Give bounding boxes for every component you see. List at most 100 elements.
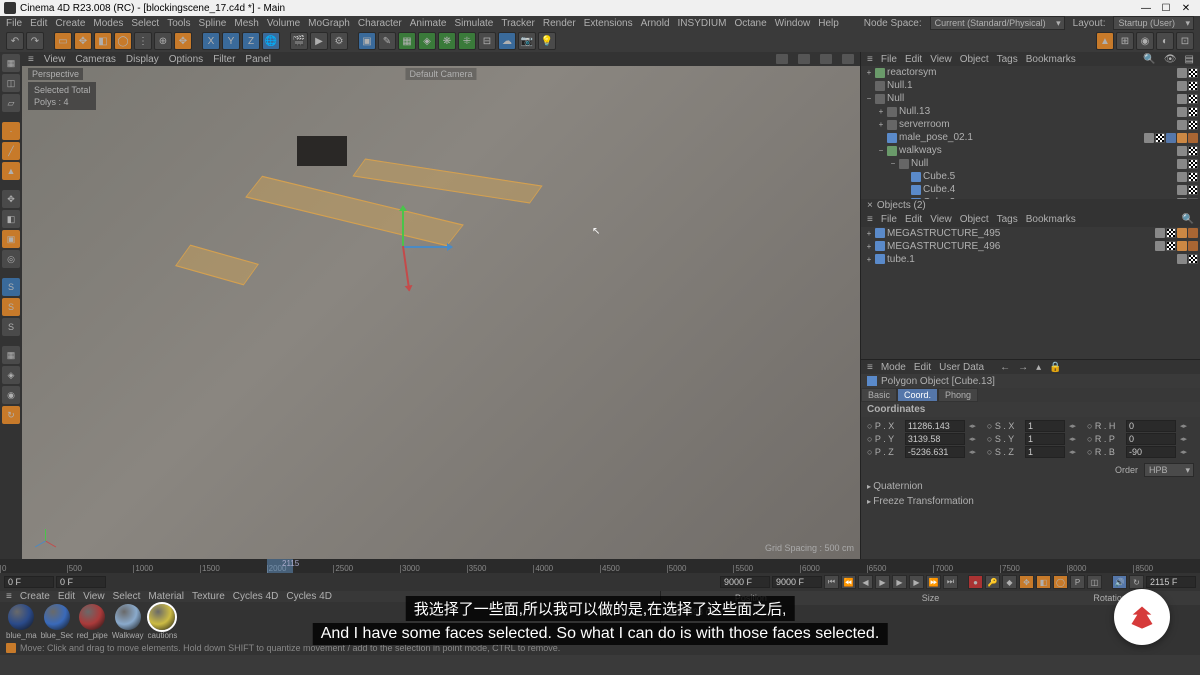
menu-select[interactable]: Select xyxy=(131,18,159,29)
tag-phong[interactable] xyxy=(1177,133,1187,143)
tag-dots[interactable] xyxy=(1188,120,1198,130)
scale-y-input[interactable] xyxy=(1025,433,1065,445)
objmenu-bookmarks[interactable]: Bookmarks xyxy=(1026,54,1076,65)
layout-dropdown[interactable]: Startup (User) xyxy=(1113,16,1194,30)
attr-back-icon[interactable]: ← xyxy=(1000,362,1010,373)
objmenu-file[interactable]: File xyxy=(881,214,897,225)
key-rot-button[interactable]: ◯ xyxy=(1053,575,1068,589)
attr-up-icon[interactable]: ▴ xyxy=(1036,362,1041,373)
environment-button[interactable]: ☁ xyxy=(498,32,516,50)
matmenu-view[interactable]: View xyxy=(83,591,105,602)
vpmenu-panel[interactable]: Panel xyxy=(245,54,271,65)
misc-button-3[interactable]: ↻ xyxy=(2,406,20,424)
menu-file[interactable]: File xyxy=(6,18,22,29)
tag-layer[interactable] xyxy=(1188,133,1198,143)
rot-p-input[interactable] xyxy=(1126,433,1176,445)
goto-end-button[interactable]: ⏭ xyxy=(943,575,958,589)
objmenu-view[interactable]: View xyxy=(930,54,952,65)
move-placement-button[interactable]: ✥ xyxy=(174,32,192,50)
cloner-button[interactable]: ⁜ xyxy=(458,32,476,50)
tree-row[interactable]: male_pose_02.1 xyxy=(861,131,1200,144)
quaternion-section[interactable]: Quaternion xyxy=(861,479,1200,494)
rot-h-input[interactable] xyxy=(1126,420,1176,432)
menu-mograph[interactable]: MoGraph xyxy=(308,18,350,29)
goto-start-button[interactable]: ⏮ xyxy=(824,575,839,589)
close-icon[interactable]: × xyxy=(867,200,873,211)
tag-dots[interactable] xyxy=(1188,68,1198,78)
attr-tab-basic[interactable]: Basic xyxy=(861,388,897,402)
vp-nav-icon-2[interactable] xyxy=(798,54,810,64)
tree-row[interactable]: −Null xyxy=(861,92,1200,105)
guide-button[interactable]: ◐ xyxy=(1156,32,1174,50)
tree-row[interactable]: −walkways xyxy=(861,144,1200,157)
minimize-button[interactable]: — xyxy=(1136,3,1156,14)
object-tree-2[interactable]: +MEGASTRUCTURE_495+MEGASTRUCTURE_496+tub… xyxy=(861,227,1200,360)
tag-vis[interactable] xyxy=(1177,146,1187,156)
arnold-button-3[interactable]: S xyxy=(2,318,20,336)
object-tree[interactable]: +reactorsymNull.1−Null+Null.13+serverroo… xyxy=(861,66,1200,199)
tag-tex[interactable] xyxy=(1166,133,1176,143)
tag-dots[interactable] xyxy=(1155,133,1165,143)
object-snap-button[interactable]: ⊡ xyxy=(1176,32,1194,50)
tag-vis[interactable] xyxy=(1177,94,1187,104)
tag-phong[interactable] xyxy=(1177,228,1187,238)
hud-toggle-icon[interactable]: ≡ xyxy=(28,54,34,65)
objmenu-view[interactable]: View xyxy=(930,214,952,225)
polygon-mode-button[interactable]: ▲ xyxy=(2,162,20,180)
matmenu-material[interactable]: Material xyxy=(148,591,184,602)
edge-mode-button[interactable]: ╱ xyxy=(2,142,20,160)
tag-vis[interactable] xyxy=(1177,159,1187,169)
tag-dots[interactable] xyxy=(1188,185,1198,195)
record-button[interactable]: ● xyxy=(968,575,983,589)
attr-lock-icon[interactable]: 🔒 xyxy=(1049,362,1061,373)
matmenu-cycles-4d[interactable]: Cycles 4D xyxy=(286,591,332,602)
menu-extensions[interactable]: Extensions xyxy=(584,18,633,29)
pos-x-input[interactable] xyxy=(905,420,965,432)
prev-frame-button[interactable]: ◀ xyxy=(858,575,873,589)
tag-vis[interactable] xyxy=(1177,254,1187,264)
z-axis-button[interactable]: Z xyxy=(242,32,260,50)
timeline-ruler[interactable]: 0500100015002000250030003500400045005000… xyxy=(0,559,1200,573)
render-settings-button[interactable]: ⚙ xyxy=(330,32,348,50)
subdivision-button[interactable]: ▦ xyxy=(398,32,416,50)
tag-vis[interactable] xyxy=(1155,228,1165,238)
generator-button[interactable]: ◈ xyxy=(418,32,436,50)
material-blue_Sec[interactable]: blue_Sec xyxy=(41,604,73,640)
tag-dots[interactable] xyxy=(1166,228,1176,238)
objmenu-object[interactable]: Object xyxy=(960,54,989,65)
workplane-button[interactable]: ⊞ xyxy=(1116,32,1134,50)
attrmenu-mode[interactable]: Mode xyxy=(881,362,906,373)
workplane-mode-button[interactable]: ▱ xyxy=(2,94,20,112)
expand-icon[interactable]: + xyxy=(865,242,873,251)
maximize-button[interactable]: ☐ xyxy=(1156,3,1176,14)
light-button[interactable]: 💡 xyxy=(538,32,556,50)
tag-dots[interactable] xyxy=(1166,241,1176,251)
key-scale-button[interactable]: ◧ xyxy=(1036,575,1051,589)
sound-button[interactable]: 🔊 xyxy=(1112,575,1127,589)
expand-icon[interactable]: + xyxy=(877,107,885,116)
order-dropdown[interactable]: HPB xyxy=(1144,463,1194,477)
current-frame-input[interactable] xyxy=(56,576,106,588)
perspective-viewport[interactable]: Perspective Default Camera Selected Tota… xyxy=(22,66,860,559)
objmenu-bookmarks[interactable]: Bookmarks xyxy=(1026,214,1076,225)
vpmenu-options[interactable]: Options xyxy=(169,54,203,65)
attr-fwd-icon[interactable]: → xyxy=(1018,362,1028,373)
tree-row[interactable]: +reactorsym xyxy=(861,66,1200,79)
matmenu-edit[interactable]: Edit xyxy=(58,591,75,602)
menu-spline[interactable]: Spline xyxy=(199,18,227,29)
objmenu-edit[interactable]: Edit xyxy=(905,214,922,225)
om-menu-icon[interactable]: ≡ xyxy=(867,54,873,65)
goto-prev-key-button[interactable]: ⏪ xyxy=(841,575,856,589)
menu-modes[interactable]: Modes xyxy=(93,18,123,29)
tag-dots[interactable] xyxy=(1188,146,1198,156)
live-select-button[interactable]: ▭ xyxy=(54,32,72,50)
expand-icon[interactable]: − xyxy=(889,159,897,168)
tag-vis[interactable] xyxy=(1177,172,1187,182)
tree-row[interactable]: +MEGASTRUCTURE_495 xyxy=(861,227,1200,240)
matmenu-select[interactable]: Select xyxy=(113,591,141,602)
arnold-button-1[interactable]: S xyxy=(2,278,20,296)
matmenu-texture[interactable]: Texture xyxy=(192,591,225,602)
key-pos-button[interactable]: ✥ xyxy=(1019,575,1034,589)
expand-icon[interactable]: + xyxy=(865,229,873,238)
menu-octane[interactable]: Octane xyxy=(734,18,766,29)
